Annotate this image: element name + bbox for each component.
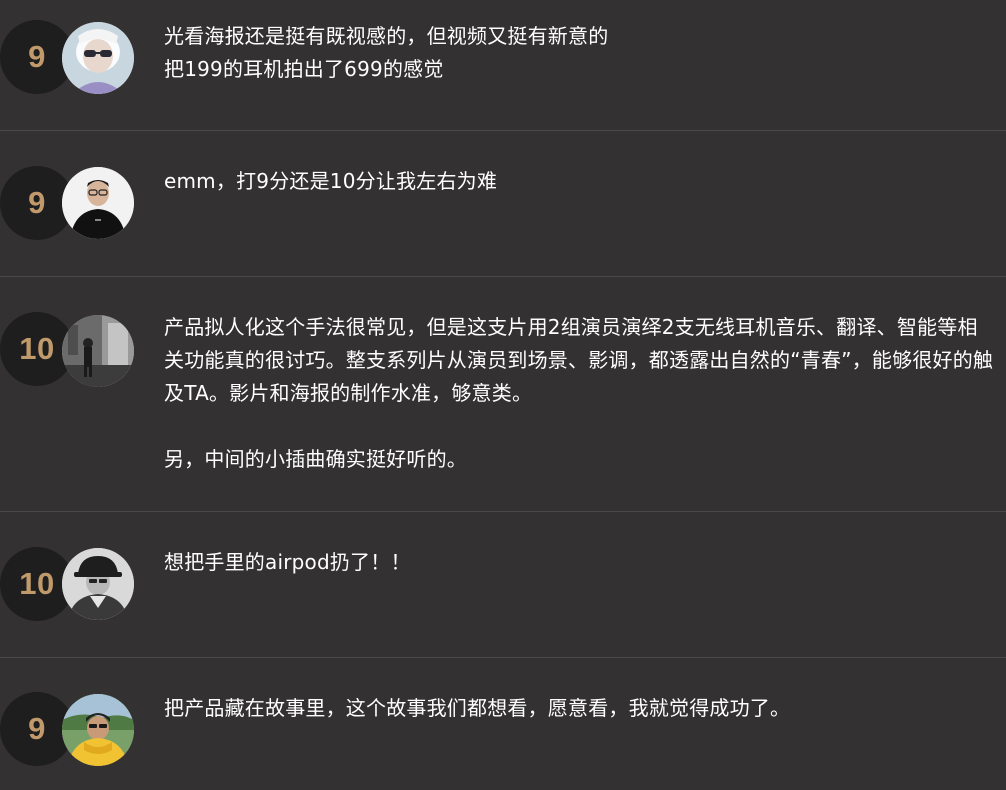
user-avatar-yellow-hoodie-icon[interactable] (62, 694, 134, 766)
review-item: 10 想把手里的airpod扔了！！ (0, 512, 1006, 658)
review-item: 9 把产品藏在故事里，这个故事我们都想看，愿意看，我就觉得成功了。 (0, 658, 1006, 790)
review-text: emm，打9分还是10分让我左右为难 (164, 169, 498, 193)
review-text: 想把手里的airpod扔了！！ (164, 550, 411, 574)
review-text: 光看海报还是挺有既视感的，但视频又挺有新意的 把199的耳机拍出了699的感觉 (164, 24, 609, 81)
user-avatar-street-photo-icon[interactable] (62, 315, 134, 387)
review-item: 9 光看海报还是挺有既视感的，但视频又挺有新意的 把199的耳机拍出了699的感… (0, 0, 1006, 131)
review-text: 把产品藏在故事里，这个故事我们都想看，愿意看，我就觉得成功了。 (164, 696, 791, 720)
review-item: 9 emm，打9分还是10分让我左右为难 (0, 131, 1006, 277)
user-avatar-black-tshirt-icon[interactable] (62, 167, 134, 239)
review-text: 产品拟人化这个手法很常见，但是这支片用2组演员演绎2支无线耳机音乐、翻译、智能等… (164, 315, 994, 471)
review-list: 9 光看海报还是挺有既视感的，但视频又挺有新意的 把199的耳机拍出了699的感… (0, 0, 1006, 790)
user-avatar-sunglasses-icon[interactable] (62, 22, 134, 94)
user-avatar-bucket-hat-icon[interactable] (62, 548, 134, 620)
review-item: 10 产品拟人化这个手法很常见，但是这支片用2组演员演绎2支无线耳机音乐、翻译、… (0, 277, 1006, 512)
